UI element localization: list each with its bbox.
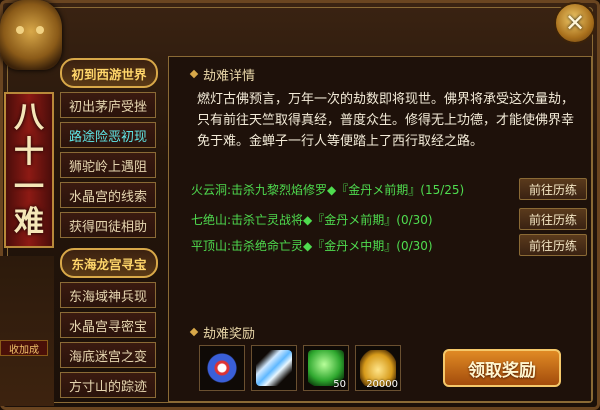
chapter-header[interactable]: 东海龙宫寻宝 [60, 248, 158, 278]
details-description: 燃灯古佛预言，万年一次的劫数即将现世。佛界将承受这次量劫，只有前往天竺取得真经，… [197, 92, 575, 149]
title-char: 十 [14, 134, 44, 170]
go-train-button[interactable]: 前往历练 [519, 208, 587, 230]
title-char: 一 [14, 169, 44, 205]
details-panel: 劫难详情 燃灯古佛预言，万年一次的劫数即将现世。佛界将承受这次量劫，只有前往天竺… [168, 56, 592, 402]
task-row: 平顶山:击杀绝命亡灵◆『金丹メ中期』(0/30) 前往历练 [191, 233, 587, 257]
reward-slot[interactable]: 50 [303, 345, 349, 391]
chapter-item[interactable]: 方寸山的踪迹 [60, 372, 156, 398]
blade-wing-icon [256, 350, 292, 386]
reward-slot[interactable] [199, 345, 245, 391]
chapter-item[interactable]: 水晶宫的线索 [60, 182, 156, 208]
claim-reward-button[interactable]: 领取奖励 [443, 349, 561, 387]
chapter-item[interactable]: 狮驼岭上遇阻 [60, 152, 156, 178]
rewards-title: 劫难奖励 [203, 323, 255, 342]
task-text: 七绝山:击杀亡灵战将◆『金丹メ前期』(0/30) [191, 212, 433, 227]
vertical-title: 八 十 一 难 [4, 92, 54, 248]
title-char: 八 [14, 99, 44, 135]
chapter-nav: 初到西游世界 初出茅庐受挫 路途险恶初现 狮驼岭上遇阻 水晶宫的线索 获得四徒相… [60, 58, 160, 398]
reward-slot[interactable] [251, 345, 297, 391]
task-text: 火云洞:击杀九黎烈焰修罗◆『金丹メ前期』(15/25) [191, 182, 465, 197]
chapter-item-active[interactable]: 路途险恶初现 [60, 122, 156, 148]
chapter-header[interactable]: 初到西游世界 [60, 58, 158, 88]
chapter-item[interactable]: 东海域神兵现 [60, 282, 156, 308]
chapter-item[interactable]: 水晶宫寻密宝 [60, 312, 156, 338]
reward-count: 20000 [366, 379, 398, 390]
reward-count: 50 [333, 379, 346, 390]
chapter-item[interactable]: 初出茅庐受挫 [60, 92, 156, 118]
go-train-button[interactable]: 前往历练 [519, 234, 587, 256]
close-button[interactable]: ✕ [554, 2, 596, 44]
go-train-button[interactable]: 前往历练 [519, 178, 587, 200]
side-decoration [0, 256, 54, 406]
details-title: 劫难详情 [203, 65, 255, 84]
task-text: 平顶山:击杀绝命亡灵◆『金丹メ中期』(0/30) [191, 238, 433, 253]
reward-slot[interactable]: 20000 [355, 345, 401, 391]
title-char: 难 [14, 204, 44, 240]
task-row: 火云洞:击杀九黎烈焰修罗◆『金丹メ前期』(15/25) 前往历练 [191, 177, 587, 201]
spirit-orb-icon [204, 350, 240, 386]
chapter-item[interactable]: 获得四徒相助 [60, 212, 156, 238]
dragon-ornament-icon [0, 0, 62, 70]
bonus-label: 收加成 [0, 340, 48, 356]
task-row: 七绝山:击杀亡灵战将◆『金丹メ前期』(0/30) 前往历练 [191, 207, 587, 231]
chapter-item[interactable]: 海底迷宫之变 [60, 342, 156, 368]
